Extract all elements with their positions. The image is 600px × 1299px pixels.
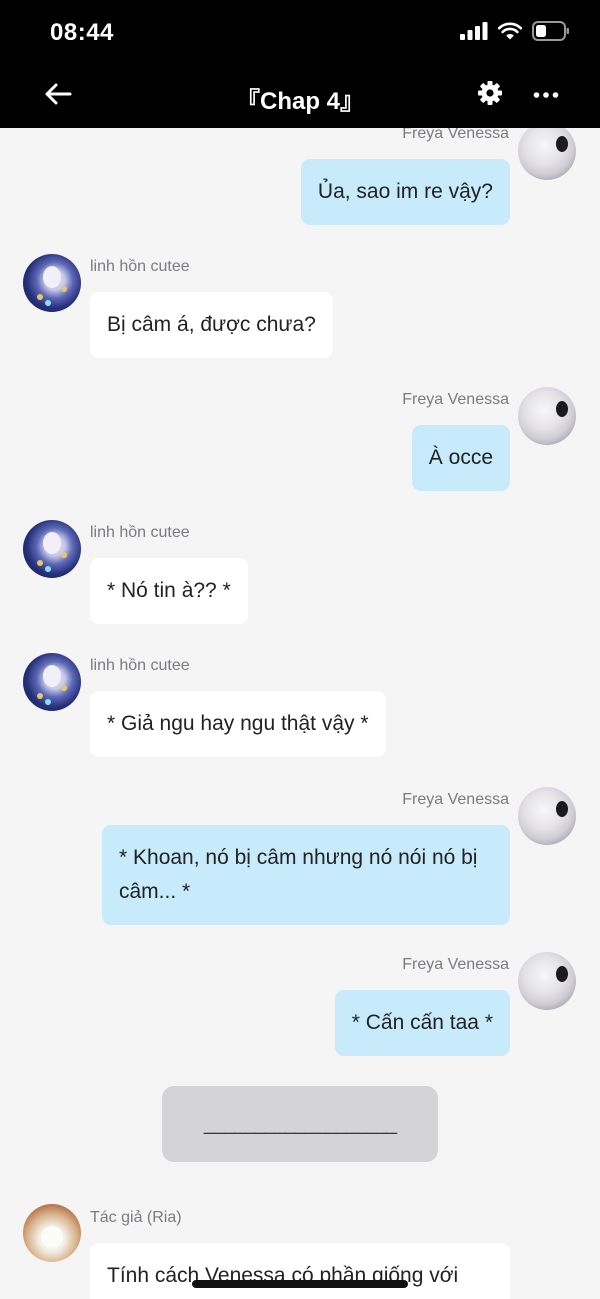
sender-name: linh hồn cutee [90, 258, 190, 275]
page-title: 『Chap 4』 [235, 88, 364, 115]
message-bubble[interactable]: Tính cách Venessa có phần giống với [90, 1243, 510, 1299]
wifi-icon [497, 22, 523, 45]
sender-name: linh hồn cutee [90, 657, 190, 674]
message-bubble[interactable]: * Nó tin à?? * [90, 558, 248, 624]
status-icons [460, 20, 570, 46]
sender-name: linh hồn cutee [90, 524, 190, 541]
chapter-divider-card: ___________________ [162, 1086, 438, 1162]
chat-thread[interactable]: Freya Venessa Ủa, sao im re vậy? linh hồ… [0, 128, 600, 1299]
more-button[interactable] [530, 79, 562, 111]
gear-icon [477, 80, 503, 111]
sender-name: Freya Venessa [402, 791, 509, 808]
message-bubble[interactable]: Ủa, sao im re vậy? [300, 159, 510, 225]
cellular-signal-icon [460, 21, 488, 45]
avatar[interactable] [23, 254, 81, 312]
sender-name: Freya Venessa [402, 956, 509, 973]
avatar[interactable] [23, 520, 81, 578]
status-time: 08:44 [50, 19, 114, 46]
sender-name: Freya Venessa [402, 391, 509, 408]
sender-name: Freya Venessa [402, 128, 509, 142]
message-bubble[interactable]: * Giả ngu hay ngu thật vậy * [90, 691, 386, 757]
home-indicator[interactable] [192, 1280, 408, 1288]
chat-header: 『Chap 4』 [0, 64, 600, 128]
message-bubble[interactable]: Bị câm á, được chưa? [90, 292, 333, 358]
status-bar: 08:44 [0, 0, 600, 64]
avatar[interactable] [518, 787, 576, 845]
avatar[interactable] [518, 952, 576, 1010]
battery-icon [532, 20, 570, 46]
avatar[interactable] [518, 387, 576, 445]
message-bubble[interactable]: * Khoan, nó bị câm nhưng nó nói nó bị câ… [102, 825, 510, 925]
sender-name: Tác giả (Ria) [90, 1209, 182, 1226]
settings-button[interactable] [474, 79, 506, 111]
more-horizontal-icon [533, 86, 559, 104]
avatar[interactable] [23, 653, 81, 711]
avatar[interactable] [23, 1204, 81, 1262]
message-bubble[interactable]: * Cấn cấn taa * [334, 990, 510, 1056]
message-bubble[interactable]: À occe [411, 425, 510, 491]
avatar[interactable] [518, 128, 576, 180]
